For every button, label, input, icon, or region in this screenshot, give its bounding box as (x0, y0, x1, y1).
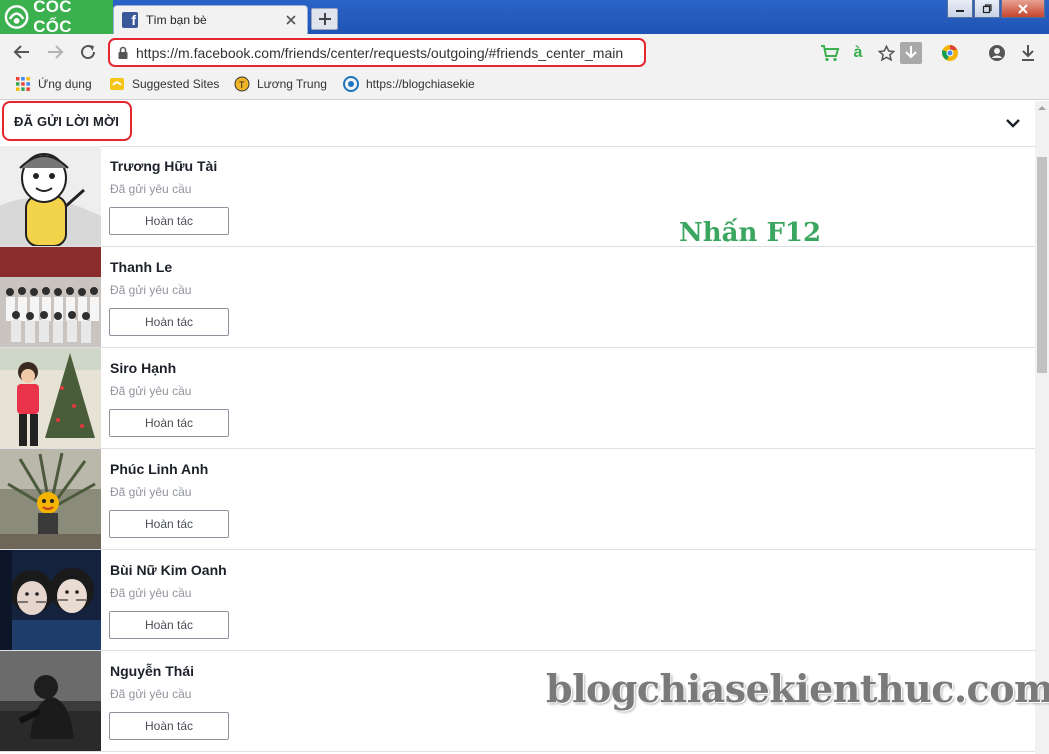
close-window-button[interactable] (1001, 0, 1045, 18)
f12-hint-text: Nhấn F12 (679, 218, 822, 248)
brand-name: CỐC CỐC (33, 0, 72, 36)
undo-request-button[interactable]: Hoàn tác (109, 308, 229, 336)
avatar[interactable] (0, 651, 101, 751)
download-savior-button[interactable] (900, 42, 922, 64)
avatar[interactable] (0, 449, 101, 549)
url-text: https://m.facebook.com/friends/center/re… (136, 44, 624, 61)
avatar[interactable] (0, 550, 101, 650)
bookmark-suggested-sites[interactable]: Suggested Sites (109, 76, 219, 92)
address-bar[interactable]: https://m.facebook.com/friends/center/re… (108, 38, 646, 67)
request-row: Trương Hữu Tài Đã gửi yêu cầu Hoàn tác (0, 146, 1035, 247)
bookmark-blogchiasekienthuc[interactable]: https://blogchiasekie (343, 76, 475, 92)
apps-grid-icon (16, 77, 30, 91)
undo-request-button[interactable]: Hoàn tác (109, 207, 229, 235)
reload-icon (81, 45, 96, 60)
shopping-cart-button[interactable] (819, 42, 841, 64)
person-name[interactable]: Siro Hạnh (110, 360, 176, 376)
person-name[interactable]: Nguyễn Thái (110, 663, 194, 679)
bookmark-label: https://blogchiasekie (366, 77, 475, 91)
watermark-text: blogchiasekienthuc.com (546, 666, 1049, 711)
tab-close-icon[interactable] (283, 12, 299, 28)
request-row: Bùi Nữ Kim Oanh Đã gửi yêu cầu Hoàn tác (0, 550, 1035, 651)
request-status: Đã gửi yêu cầu (110, 384, 192, 398)
window-controls (946, 0, 1045, 18)
page-content: ĐÃ GỬI LỜI MỜI Trương Hữu Tài Đã gửi yêu… (0, 101, 1035, 754)
person-name[interactable]: Bùi Nữ Kim Oanh (110, 562, 227, 578)
bookmark-label: Suggested Sites (132, 77, 220, 91)
request-row: Siro Hạnh Đã gửi yêu cầu Hoàn tác (0, 348, 1035, 449)
bookmark-apps[interactable]: Ứng dụng (15, 76, 92, 92)
svg-text:T: T (239, 80, 245, 90)
page-scrollbar[interactable] (1035, 101, 1049, 754)
star-icon (877, 44, 895, 61)
arrow-right-icon (48, 45, 64, 59)
tab-title: Tìm bạn bè (146, 13, 207, 27)
person-name[interactable]: Thanh Le (110, 259, 172, 275)
avatar[interactable] (0, 146, 101, 246)
scroll-up-arrow-icon[interactable] (1035, 101, 1049, 115)
profile-button[interactable] (986, 42, 1008, 64)
undo-request-button[interactable]: Hoàn tác (109, 712, 229, 740)
undo-request-button[interactable]: Hoàn tác (109, 510, 229, 538)
undo-request-button[interactable]: Hoàn tác (109, 409, 229, 437)
shopping-cart-icon (821, 45, 840, 62)
request-row: Phúc Linh Anh Đã gửi yêu cầu Hoàn tác (0, 449, 1035, 550)
plus-icon (318, 13, 331, 25)
restore-icon (982, 3, 992, 13)
minimize-button[interactable] (947, 0, 973, 18)
request-status: Đã gửi yêu cầu (110, 586, 192, 600)
bookmark-luong-trung[interactable]: T Lương Trung (234, 76, 327, 92)
suggested-sites-icon (110, 78, 124, 90)
request-status: Đã gửi yêu cầu (110, 687, 192, 701)
arrow-left-icon (13, 45, 29, 59)
section-header[interactable]: ĐÃ GỬI LỜI MỜI (0, 101, 1035, 147)
bookmarks-bar: Ứng dụng Suggested Sites T Lương Trung h… (0, 70, 1049, 100)
forward-button[interactable] (43, 40, 67, 64)
avatar[interactable] (0, 247, 101, 347)
person-name[interactable]: Phúc Linh Anh (110, 461, 208, 477)
bookmark-star-button[interactable] (875, 42, 897, 64)
back-button[interactable] (10, 40, 34, 64)
lock-icon (118, 46, 128, 59)
chrome-circle-icon (942, 45, 958, 61)
browser-toolbar: https://m.facebook.com/friends/center/re… (0, 34, 1049, 70)
scrollbar-thumb[interactable] (1037, 157, 1047, 373)
download-arrow-icon (905, 46, 917, 59)
section-title: ĐÃ GỬI LỜI MỜI (14, 113, 120, 129)
coccoc-menu-button[interactable]: CỐC CỐC (0, 0, 113, 36)
maximize-button[interactable] (974, 0, 1000, 18)
reload-button[interactable] (76, 40, 100, 64)
user-favicon-icon: T (234, 76, 250, 92)
vietnamese-input-button[interactable]: à (847, 42, 869, 64)
facebook-favicon-icon: f (122, 12, 138, 28)
blog-favicon-icon (343, 76, 359, 92)
coccoc-logo-icon (4, 5, 29, 29)
undo-request-button[interactable]: Hoàn tác (109, 611, 229, 639)
tab-friends[interactable]: f Tìm bạn bè (113, 5, 308, 34)
request-status: Đã gửi yêu cầu (110, 182, 192, 196)
request-status: Đã gửi yêu cầu (110, 485, 192, 499)
minimize-icon (956, 9, 964, 12)
section-title-highlight: ĐÃ GỬI LỜI MỜI (2, 101, 132, 141)
bookmark-label: Lương Trung (257, 77, 327, 91)
account-circle-icon (989, 45, 1005, 61)
bookmark-label: Ứng dụng (38, 77, 92, 91)
person-name[interactable]: Trương Hữu Tài (110, 158, 217, 174)
avatar[interactable] (0, 348, 101, 448)
coccoc-extension-button[interactable] (939, 42, 961, 64)
request-status: Đã gửi yêu cầu (110, 283, 192, 297)
downloads-button[interactable] (1017, 42, 1039, 64)
close-icon (1018, 3, 1028, 14)
request-row: Thanh Le Đã gửi yêu cầu Hoàn tác (0, 247, 1035, 348)
title-bar: CỐC CỐC f Tìm bạn bè (0, 0, 1049, 36)
new-tab-button[interactable] (311, 8, 338, 30)
chevron-down-icon[interactable] (1005, 115, 1021, 131)
download-icon (1022, 45, 1034, 61)
